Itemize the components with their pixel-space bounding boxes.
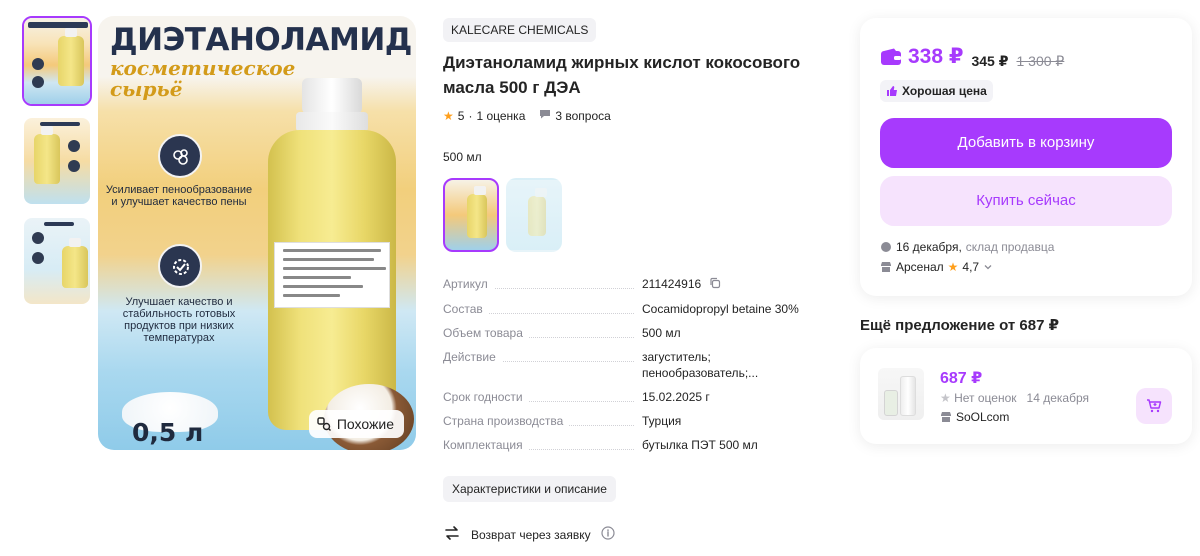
spec-key: Страна производства	[443, 413, 570, 428]
star-icon: ★	[947, 260, 959, 274]
spec-value: Турция	[642, 413, 682, 428]
cart-icon	[1147, 399, 1162, 413]
price-old: 1 300 ₽	[1016, 52, 1065, 69]
spec-value: 500 мл	[642, 325, 681, 340]
questions-link[interactable]: 3 вопроса	[555, 109, 610, 123]
thumbnail-2[interactable]	[22, 116, 92, 206]
info-icon[interactable]	[601, 526, 615, 543]
offer-rating: ★ Нет оценок	[940, 391, 1017, 405]
question-icon	[539, 108, 551, 123]
chevron-down-icon	[984, 265, 992, 270]
offer-add-to-cart-button[interactable]	[1136, 388, 1172, 424]
rating-count[interactable]: 1 оценка	[476, 109, 525, 123]
spec-key: Комплектация	[443, 437, 529, 452]
spec-key: Артикул	[443, 277, 494, 291]
spec-key: Действие	[443, 349, 502, 364]
variant-option-2[interactable]	[506, 178, 562, 252]
seller-info[interactable]: Арсенал ★ 4,7	[880, 260, 993, 274]
star-icon: ★	[443, 108, 454, 123]
price-current: 338 ₽	[880, 44, 963, 69]
thumbnail-3[interactable]	[22, 216, 92, 306]
image-subline-1: косметическое	[110, 56, 296, 80]
spec-row: Действие загуститель; пенообразователь;.…	[443, 349, 833, 381]
image-headline: ДИЭТАНОЛАМИД	[110, 22, 412, 58]
offer-price: 687 ₽	[940, 370, 983, 387]
thumbnail-list	[22, 16, 92, 316]
wallet-icon	[881, 48, 901, 65]
spec-key: Состав	[443, 301, 489, 316]
product-title: Диэтаноламид жирных кислот кокосового ма…	[443, 53, 801, 97]
offer-date: 14 декабря	[1026, 391, 1089, 405]
box-icon	[881, 242, 891, 252]
return-info: Возврат через заявку	[443, 524, 615, 545]
spec-row: Страна производства Турция	[443, 413, 833, 429]
spec-row: Срок годности 15.02.2025 г	[443, 389, 833, 405]
store-icon	[941, 412, 951, 422]
copy-icon[interactable]	[709, 277, 721, 293]
variant-option-1[interactable]	[443, 178, 499, 252]
good-price-label: Хорошая цена	[902, 84, 987, 98]
spec-row: Артикул 211424916	[443, 276, 833, 293]
store-icon	[881, 262, 891, 272]
main-product-image[interactable]: ДИЭТАНОЛАМИД косметическое сырьё Усилива…	[98, 16, 416, 450]
thumbs-up-icon	[887, 86, 897, 96]
similar-label: Похожие	[336, 416, 394, 432]
characteristics-button[interactable]: Характеристики и описание	[443, 476, 616, 502]
delivery-source: склад продавца	[965, 240, 1055, 254]
brand-link[interactable]: KALECARE CHEMICALS	[443, 18, 597, 42]
price-value: 338 ₽	[908, 45, 964, 68]
spec-value: Cocamidopropyl betaine 30%	[642, 301, 799, 316]
offer-meta: ★ Нет оценок 14 декабря	[940, 391, 1089, 405]
delivery-info: 16 декабря, склад продавца	[880, 240, 1054, 254]
article-number: 211424916	[642, 277, 702, 291]
good-price-badge[interactable]: Хорошая цена	[880, 80, 993, 102]
spec-row: Комплектация бутылка ПЭТ 500 мл	[443, 437, 833, 453]
image-benefit-1: Усиливает пенообразование и улучшает кач…	[105, 184, 253, 208]
buy-now-button[interactable]: Купить сейчас	[880, 176, 1172, 226]
no-ratings: Нет оценок	[954, 391, 1017, 405]
offer-thumbnail[interactable]	[878, 368, 924, 420]
spec-key: Срок годности	[443, 389, 529, 404]
spec-row: Состав Cocamidopropyl betaine 30%	[443, 301, 833, 317]
return-arrows-icon	[443, 524, 461, 545]
spec-row: Объем товара 500 мл	[443, 325, 833, 341]
image-benefit-2: Улучшает качество и стабильность готовых…	[122, 296, 236, 344]
similar-button[interactable]: Похожие	[308, 410, 404, 438]
price-without-wallet: 345 ₽	[971, 52, 1009, 69]
similar-icon	[317, 417, 331, 431]
rating-value[interactable]: 5	[458, 109, 465, 123]
thumbnail-1[interactable]	[22, 16, 92, 106]
star-icon: ★	[940, 391, 951, 405]
spec-key: Объем товара	[443, 325, 529, 340]
more-offers-title: Ещё предложение от 687 ₽	[860, 317, 1060, 334]
offer-seller[interactable]: SoOLcom	[940, 410, 1009, 424]
spec-value: 15.02.2025 г	[642, 389, 710, 404]
rating-row: ★ 5 · 1 оценка 3 вопроса	[443, 108, 611, 123]
delivery-date: 16 декабря,	[896, 240, 962, 254]
seller-name: Арсенал	[896, 260, 944, 274]
offer-seller-name: SoOLcom	[956, 410, 1010, 424]
rating-dot: ·	[468, 108, 473, 123]
specs-list: Артикул 211424916 Состав Cocamidopropyl …	[443, 276, 833, 461]
variant-label: 500 мл	[443, 150, 482, 164]
offer-card[interactable]: 687 ₽ ★ Нет оценок 14 декабря SoOLcom	[860, 348, 1192, 444]
image-volume: 0,5 л	[132, 418, 204, 447]
price-row: 338 ₽ 345 ₽ 1 300 ₽	[880, 44, 1064, 70]
seller-rating: 4,7	[962, 260, 980, 274]
return-text: Возврат через заявку	[471, 527, 591, 542]
buy-card: 338 ₽ 345 ₽ 1 300 ₽ Хорошая цена Добавит…	[860, 18, 1192, 296]
add-to-cart-button[interactable]: Добавить в корзину	[880, 118, 1172, 168]
foam-icon	[158, 134, 202, 178]
stability-gear-icon	[158, 244, 202, 288]
spec-value: загуститель; пенообразователь;...	[642, 349, 759, 380]
spec-value: бутылка ПЭТ 500 мл	[642, 437, 758, 452]
